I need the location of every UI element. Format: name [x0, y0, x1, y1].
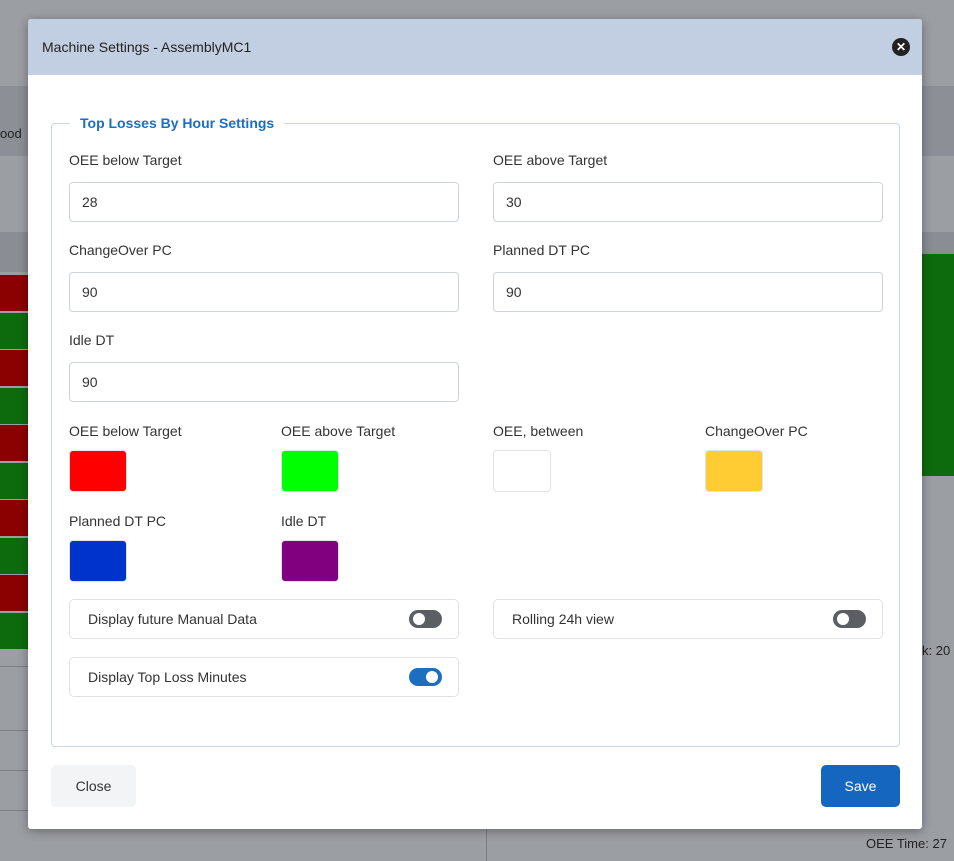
- display-future-manual-data-row: Display future Manual Data: [69, 599, 459, 639]
- oee-below-target-label: OEE below Target: [69, 152, 182, 168]
- planned-dt-pc-label: Planned DT PC: [493, 242, 591, 258]
- background-status-cell: [0, 275, 28, 311]
- background-status-cell: [0, 612, 28, 649]
- section-title: Top Losses By Hour Settings: [80, 115, 275, 131]
- display-top-loss-minutes-row: Display Top Loss Minutes: [69, 657, 459, 697]
- display-top-loss-minutes-toggle[interactable]: [409, 668, 442, 686]
- background-status-cell: [0, 425, 28, 461]
- planned-dt-pc-input[interactable]: [493, 272, 883, 312]
- background-status-cell: [0, 312, 28, 349]
- oee-below-target-color-label: OEE below Target: [69, 423, 182, 439]
- save-button[interactable]: Save: [821, 765, 900, 807]
- background-row-divider: [0, 770, 28, 771]
- toggle-knob: [413, 613, 425, 625]
- idle-dt-label: Idle DT: [69, 332, 115, 348]
- close-button[interactable]: Close: [51, 765, 136, 807]
- oee-above-target-color-swatch[interactable]: [281, 450, 339, 492]
- planned-dt-pc-color-swatch[interactable]: [69, 540, 127, 582]
- display-top-loss-minutes-label: Display Top Loss Minutes: [88, 669, 247, 685]
- background-status-cell: [0, 537, 28, 574]
- background-divider: [486, 830, 487, 861]
- background-row-divider: [0, 810, 28, 811]
- close-circle-icon[interactable]: ✕: [892, 38, 910, 56]
- machine-settings-dialog: Machine Settings - AssemblyMC1 ✕ Top Los…: [28, 19, 922, 829]
- background-row-divider: [0, 666, 28, 667]
- changeover-pc-label: ChangeOver PC: [69, 242, 172, 258]
- oee-above-target-label: OEE above Target: [493, 152, 608, 168]
- idle-dt-color-swatch[interactable]: [281, 540, 339, 582]
- planned-dt-pc-color-label: Planned DT PC: [69, 513, 167, 529]
- idle-dt-input[interactable]: [69, 362, 459, 402]
- changeover-pc-input[interactable]: [69, 272, 459, 312]
- dialog-header: Machine Settings - AssemblyMC1 ✕: [28, 19, 922, 75]
- oee-below-target-input[interactable]: [69, 182, 459, 222]
- background-green-bar: [920, 254, 954, 476]
- oee-below-target-color-swatch[interactable]: [69, 450, 127, 492]
- rolling-24h-view-label: Rolling 24h view: [512, 611, 614, 627]
- background-row-divider: [0, 730, 28, 731]
- background-status-cell: [0, 462, 28, 499]
- background-status-cell: [0, 575, 28, 611]
- background-status-cell: [0, 387, 28, 424]
- background-status-cell: [0, 350, 28, 386]
- toggle-knob: [837, 613, 849, 625]
- rolling-24h-view-row: Rolling 24h view: [493, 599, 883, 639]
- toggle-knob: [426, 671, 438, 683]
- changeover-pc-color-label: ChangeOver PC: [705, 423, 808, 439]
- rolling-24h-view-toggle[interactable]: [833, 610, 866, 628]
- oee-between-color-label: OEE, between: [493, 423, 584, 439]
- background-status-cell: [0, 500, 28, 536]
- background-text-fragment: k: 20: [922, 643, 951, 658]
- oee-above-target-input[interactable]: [493, 182, 883, 222]
- display-future-manual-data-label: Display future Manual Data: [88, 611, 257, 627]
- oee-between-color-swatch[interactable]: [493, 450, 551, 492]
- display-future-manual-data-toggle[interactable]: [409, 610, 442, 628]
- idle-dt-color-label: Idle DT: [281, 513, 327, 529]
- background-text-fragment: OEE Time: 27: [866, 836, 947, 851]
- oee-above-target-color-label: OEE above Target: [281, 423, 396, 439]
- dialog-title: Machine Settings - AssemblyMC1: [42, 39, 252, 55]
- background-column-header: ood: [0, 126, 22, 141]
- changeover-pc-color-swatch[interactable]: [705, 450, 763, 492]
